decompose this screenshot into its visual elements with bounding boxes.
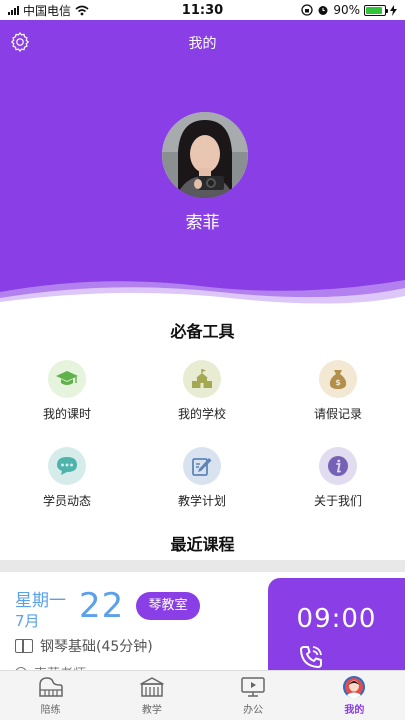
profile-photo [162,112,248,198]
tool-student-activity[interactable]: 学员动态 [12,447,122,509]
tab-label: 教学 [141,705,162,716]
tool-about-us[interactable]: 关于我们 [283,447,393,509]
tool-label: 我的课时 [42,407,91,421]
money-bag-icon: $ [319,360,357,398]
rotation-lock-icon [301,4,313,16]
monitor-icon [240,675,266,699]
tool-label: 教学计划 [177,494,226,508]
divider [0,560,405,572]
alarm-icon [318,6,328,15]
tab-teaching[interactable]: 教学 [101,671,202,720]
tab-mine[interactable]: 我的 [304,671,405,720]
profile-header: 我的 索菲 [0,20,405,310]
status-right: 90% [301,3,397,17]
course-weekday: 星期一 [15,591,66,611]
tool-label: 请假记录 [313,407,362,421]
tab-practice[interactable]: 陪练 [0,671,101,720]
tool-label: 我的学校 [177,407,226,421]
tab-bar: 陪练 教学 办公 我的 [0,670,405,720]
tab-office[interactable]: 办公 [203,671,304,720]
page-title: 我的 [188,36,217,52]
school-icon [139,675,165,699]
course-time-box[interactable]: 09:00 [268,578,405,678]
battery-icon [364,4,388,16]
tool-leave-records[interactable]: $ 请假记录 [283,360,393,422]
tab-label: 陪练 [40,705,61,716]
tools-title: 必备工具 [170,322,235,341]
book-icon [15,639,33,653]
course-name: 钢琴基础(45分钟) [40,639,153,655]
charging-icon [390,4,397,16]
user-avatar-icon [341,675,367,699]
course-time: 09:00 [296,604,377,634]
header-wave [0,280,405,310]
chat-bubble-icon [48,447,86,485]
course-card[interactable]: 星期一 7月 22 琴教室 钢琴基础(45分钟) 索菲老师 09:00 [0,572,405,682]
avatar[interactable] [162,112,248,198]
carrier-label: 中国电信 [23,3,72,18]
tool-label: 学员动态 [42,494,91,508]
course-month: 7月 [15,612,40,630]
username: 索菲 [185,213,220,233]
battery-percent: 90% [333,3,360,17]
tool-teaching-plan[interactable]: 教学计划 [147,447,257,509]
svg-text:$: $ [335,378,341,387]
graduation-cap-icon [48,360,86,398]
wifi-icon [75,5,89,15]
piano-icon [38,675,64,699]
tab-label: 办公 [243,705,264,716]
tool-label: 关于我们 [313,494,362,508]
tool-my-school[interactable]: 我的学校 [147,360,257,422]
edit-note-icon [183,447,221,485]
tool-my-hours[interactable]: 我的课时 [12,360,122,422]
phone-call-icon[interactable] [298,644,324,670]
course-name-row: 钢琴基础(45分钟) [15,636,153,656]
recent-title: 最近课程 [170,535,235,554]
status-left: 中国电信 [8,2,89,19]
course-day: 22 [79,586,125,626]
tab-label: 我的 [344,705,365,716]
school-building-icon [183,360,221,398]
status-bar: 中国电信 11:30 90% [0,0,405,20]
info-icon [319,447,357,485]
signal-icon [8,5,19,15]
room-badge[interactable]: 琴教室 [136,592,200,620]
